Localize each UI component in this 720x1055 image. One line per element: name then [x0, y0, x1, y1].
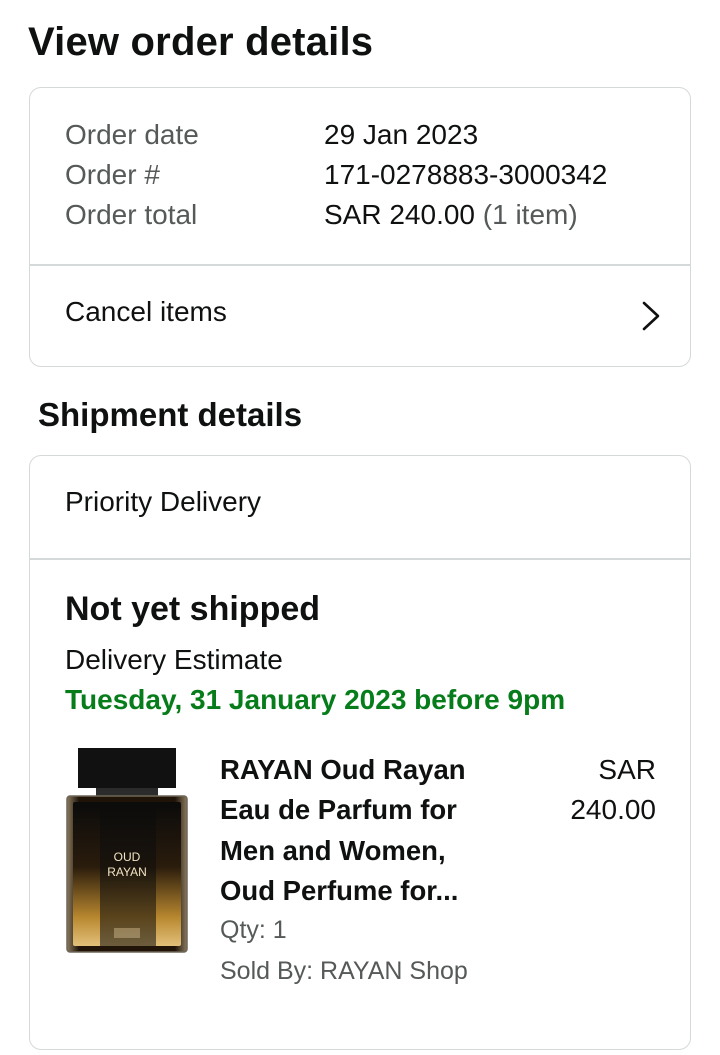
order-total-value: SAR 240.00 (1 item) [324, 199, 578, 231]
product-seller: Sold By: RAYAN Shop [220, 956, 468, 985]
cancel-items-label: Cancel items [65, 295, 227, 327]
order-summary-card: Order date 29 Jan 2023 Order # 171-02788… [29, 87, 691, 367]
product-price: SAR 240.00 [536, 750, 656, 831]
shipment-card: Priority Delivery Not yet shipped Delive… [29, 455, 691, 1050]
order-summary: Order date 29 Jan 2023 Order # 171-02788… [30, 88, 690, 264]
bottle-label-oud: OUD [114, 850, 141, 864]
order-total-amount: SAR 240.00 [324, 199, 475, 230]
product-quantity: Qty: 1 [220, 915, 287, 944]
shipment-section-title: Shipment details [38, 396, 303, 433]
price-currency: SAR [598, 753, 656, 785]
delivery-estimate-date: Tuesday, 31 January 2023 before 9pm [65, 683, 566, 715]
delivery-estimate-label: Delivery Estimate [65, 643, 283, 675]
product-title-link[interactable]: RAYAN Oud Rayan Eau de Parfum for Men an… [220, 750, 500, 912]
chevron-right-icon [642, 301, 660, 330]
cancel-items-button[interactable]: Cancel items [30, 266, 690, 367]
order-number-label: Order # [65, 159, 160, 190]
page-title: View order details [28, 20, 374, 64]
delivery-type-label: Priority Delivery [65, 486, 262, 517]
delivery-type-row: Priority Delivery [30, 456, 690, 558]
order-number-value: 171-0278883-3000342 [324, 159, 608, 190]
order-total-label: Order total [65, 199, 198, 230]
shipment-status: Not yet shipped [65, 589, 321, 628]
shipment-body: Not yet shipped Delivery Estimate Tuesda… [30, 560, 690, 1050]
order-date-value: 29 Jan 2023 [324, 119, 479, 150]
price-amount: 240.00 [570, 794, 656, 825]
bottle-label-rayan: RAYAN [107, 865, 147, 879]
order-date-label: Order date [65, 119, 199, 150]
perfume-bottle-image[interactable]: OUD RAYAN [66, 747, 190, 954]
order-total-item-count: (1 item) [482, 199, 578, 230]
